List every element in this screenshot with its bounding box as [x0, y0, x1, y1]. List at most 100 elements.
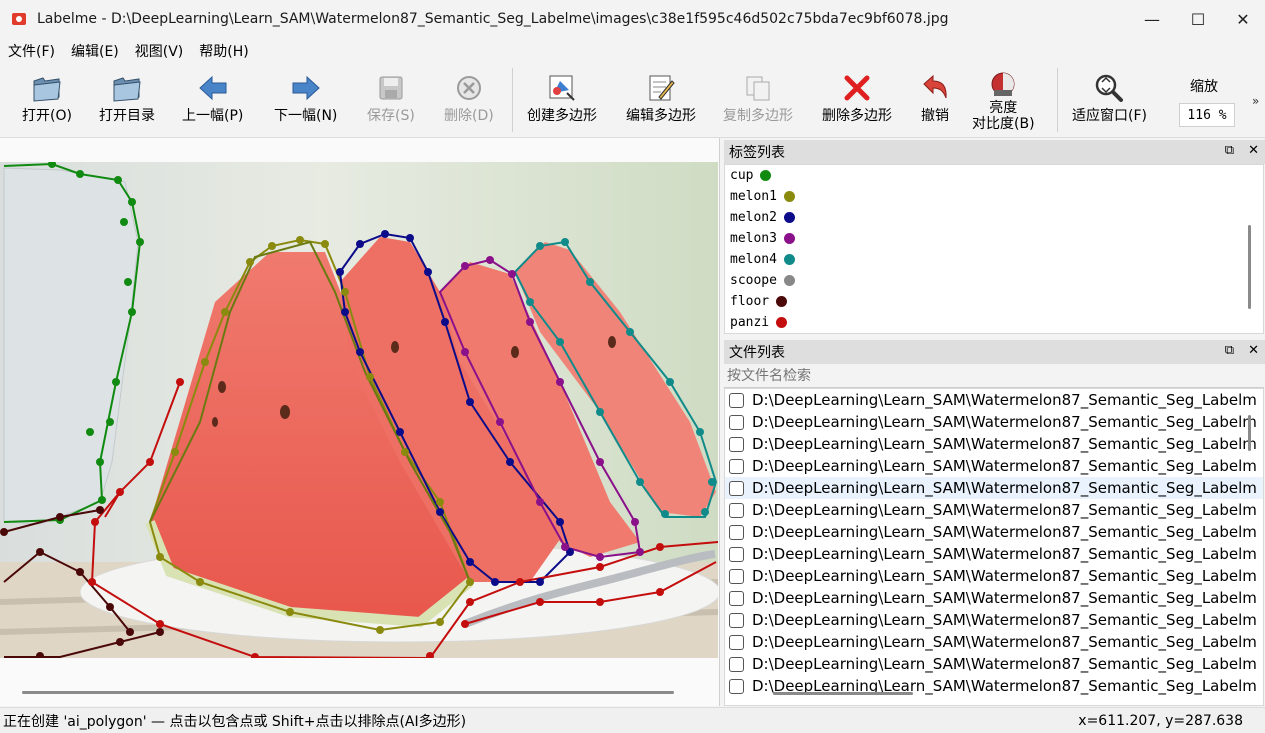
edit-pencil-icon [645, 72, 677, 104]
create-polygon-label: 创建多边形 [527, 108, 597, 124]
delete-file-button[interactable]: 删除(D) [444, 72, 494, 124]
label-item-scoope[interactable]: scoope [725, 270, 1263, 291]
file-list-item[interactable]: D:\DeepLearning\Learn_SAM\Watermelon87_S… [725, 653, 1263, 675]
label-item-melon3[interactable]: melon3 [725, 228, 1263, 249]
label-item-panzi[interactable]: panzi [725, 312, 1263, 333]
file-list-item[interactable]: D:\DeepLearning\Learn_SAM\Watermelon87_S… [725, 499, 1263, 521]
file-list-horizontal-scrollbar[interactable] [773, 692, 913, 695]
window-title: Labelme - D:\DeepLearning\Learn_SAM\Wate… [37, 11, 949, 27]
open-dir-button[interactable]: 打开目录 [99, 72, 155, 124]
file-checkbox[interactable] [729, 458, 744, 474]
undo-label: 撤销 [921, 108, 949, 124]
close-dock-icon[interactable]: ✕ [1248, 343, 1259, 358]
file-search-input[interactable] [727, 367, 1264, 384]
save-label: 保存(S) [367, 108, 415, 124]
label-name: panzi [730, 315, 770, 330]
label-color-dot [776, 317, 788, 328]
prev-image-button[interactable]: 上一幅(P) [182, 72, 243, 124]
menu-view[interactable]: 视图(V) [127, 41, 192, 61]
undo-button[interactable]: 撤销 [919, 72, 951, 124]
canvas-area[interactable] [0, 138, 720, 706]
menu-file[interactable]: 文件(F) [0, 41, 63, 61]
file-list-item[interactable]: D:\DeepLearning\Learn_SAM\Watermelon87_S… [725, 543, 1263, 565]
prev-image-label: 上一幅(P) [182, 108, 244, 124]
file-path: D:\DeepLearning\Learn_SAM\Watermelon87_S… [752, 655, 1257, 673]
float-dock-icon[interactable]: ⧉ [1225, 343, 1234, 358]
open-button[interactable]: 打开(O) [22, 72, 72, 124]
file-list-item[interactable]: D:\DeepLearning\Learn_SAM\Watermelon87_S… [725, 565, 1263, 587]
next-image-button[interactable]: 下一幅(N) [274, 72, 337, 124]
file-checkbox[interactable] [729, 480, 744, 496]
red-x-icon [841, 72, 873, 104]
file-path: D:\DeepLearning\Learn_SAM\Watermelon87_S… [752, 589, 1257, 607]
toolbar-separator [512, 68, 513, 132]
file-list-item[interactable]: D:\DeepLearning\Learn_SAM\Watermelon87_S… [725, 433, 1263, 455]
label-color-dot [760, 170, 772, 181]
copy-icon [742, 72, 774, 104]
file-checkbox[interactable] [729, 612, 744, 628]
file-list-item[interactable]: D:\DeepLearning\Learn_SAM\Watermelon87_S… [725, 631, 1263, 653]
folder-open-icon [31, 72, 63, 104]
file-list-item[interactable]: D:\DeepLearning\Learn_SAM\Watermelon87_S… [725, 411, 1263, 433]
minimize-button[interactable]: — [1129, 0, 1175, 38]
file-list-item[interactable]: D:\DeepLearning\Learn_SAM\Watermelon87_S… [725, 389, 1263, 411]
label-name: cup [730, 168, 754, 183]
delete-polygon-button[interactable]: 删除多边形 [822, 72, 892, 124]
file-checkbox[interactable] [729, 546, 744, 562]
next-image-label: 下一幅(N) [274, 108, 338, 124]
floppy-disk-icon [375, 72, 407, 104]
copy-polygon-button[interactable]: 复制多边形 [723, 72, 793, 124]
file-path: D:\DeepLearning\Learn_SAM\Watermelon87_S… [752, 633, 1257, 651]
label-item-floor[interactable]: floor [725, 291, 1263, 312]
file-list-item-selected[interactable]: D:\DeepLearning\Learn_SAM\Watermelon87_S… [725, 477, 1263, 499]
menu-help[interactable]: 帮助(H) [191, 41, 256, 61]
file-list-item[interactable]: D:\DeepLearning\Learn_SAM\Watermelon87_S… [725, 521, 1263, 543]
label-list[interactable]: cup melon1 melon2 melon3 melon4 scoope f… [724, 164, 1264, 334]
file-checkbox[interactable] [729, 414, 744, 430]
brightness-contrast-button[interactable]: 亮度 对比度(B) [972, 70, 1035, 132]
file-checkbox[interactable] [729, 568, 744, 584]
file-checkbox[interactable] [729, 590, 744, 606]
file-path: D:\DeepLearning\Learn_SAM\Watermelon87_S… [752, 523, 1257, 541]
label-item-melon2[interactable]: melon2 [725, 207, 1263, 228]
edit-polygon-button[interactable]: 编辑多边形 [626, 72, 696, 124]
file-search-field[interactable] [724, 364, 1264, 388]
file-checkbox[interactable] [729, 392, 744, 408]
zoom-fit-icon [1093, 72, 1125, 104]
label-name: scoope [730, 273, 777, 288]
label-item-cup[interactable]: cup [725, 165, 1263, 186]
file-list-item[interactable]: D:\DeepLearning\Learn_SAM\Watermelon87_S… [725, 587, 1263, 609]
maximize-button[interactable]: ☐ [1175, 0, 1221, 38]
file-checkbox[interactable] [729, 436, 744, 452]
close-dock-icon[interactable]: ✕ [1248, 143, 1259, 158]
close-window-button[interactable]: ✕ [1221, 0, 1265, 38]
file-checkbox[interactable] [729, 524, 744, 540]
file-list-vertical-scrollbar[interactable] [1248, 415, 1251, 451]
file-list-item[interactable]: D:\DeepLearning\Learn_SAM\Watermelon87_S… [725, 455, 1263, 477]
label-item-melon1[interactable]: melon1 [725, 186, 1263, 207]
labelme-app-icon [10, 10, 28, 28]
file-list-item[interactable]: D:\DeepLearning\Learn_SAM\Watermelon87_S… [725, 609, 1263, 631]
file-list-header: 文件列表 ⧉ ✕ [724, 340, 1265, 364]
fit-window-label: 适应窗口(F) [1072, 108, 1147, 124]
file-checkbox[interactable] [729, 678, 744, 694]
file-checkbox[interactable] [729, 634, 744, 650]
canvas-horizontal-scrollbar[interactable] [22, 691, 674, 694]
label-item-melon4[interactable]: melon4 [725, 249, 1263, 270]
save-button[interactable]: 保存(S) [367, 72, 415, 124]
label-color-dot [783, 191, 795, 202]
toolbar: 打开(O) 打开目录 上一幅(P) 下一幅(N) 保存(S) 删除(D) 创建多… [0, 64, 1265, 138]
file-list[interactable]: D:\DeepLearning\Learn_SAM\Watermelon87_S… [724, 388, 1264, 706]
label-list-scrollbar[interactable] [1248, 225, 1251, 309]
zoom-spinbox[interactable]: 116 % [1179, 103, 1235, 127]
toolbar-overflow-button[interactable]: » [1252, 94, 1259, 108]
file-path: D:\DeepLearning\Learn_SAM\Watermelon87_S… [752, 501, 1257, 519]
file-checkbox[interactable] [729, 502, 744, 518]
menu-edit[interactable]: 编辑(E) [63, 41, 127, 61]
fit-window-button[interactable]: 适应窗口(F) [1072, 72, 1147, 124]
float-dock-icon[interactable]: ⧉ [1225, 143, 1234, 158]
annotation-canvas[interactable] [0, 162, 718, 658]
file-checkbox[interactable] [729, 656, 744, 672]
file-path: D:\DeepLearning\Learn_SAM\Watermelon87_S… [752, 391, 1257, 409]
create-polygon-button[interactable]: 创建多边形 [527, 72, 597, 124]
